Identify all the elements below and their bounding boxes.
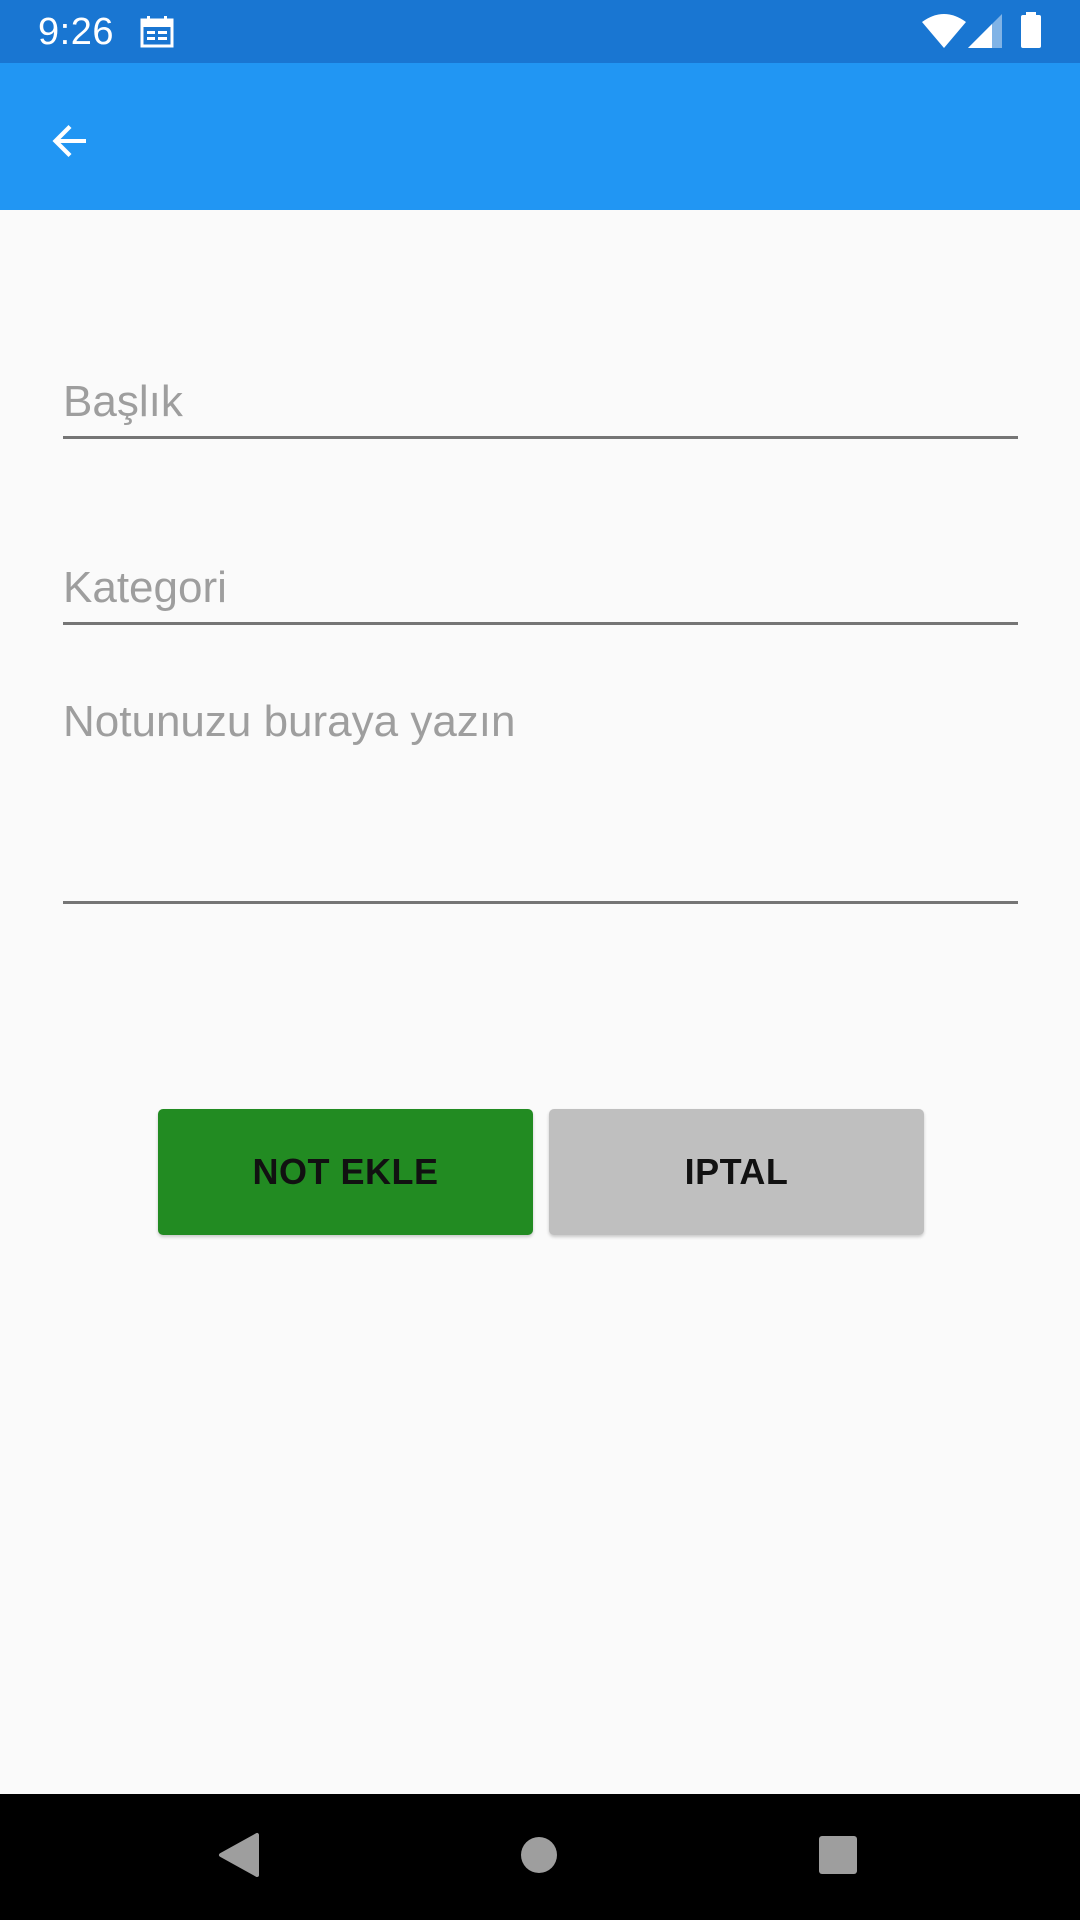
add-note-button[interactable]: NOT EKLE: [158, 1109, 533, 1235]
category-input[interactable]: [63, 558, 1018, 618]
nav-back-icon: [217, 1831, 261, 1884]
navigation-bar: [0, 1794, 1080, 1920]
calendar-icon: [140, 16, 174, 48]
wifi-icon: [922, 14, 966, 48]
add-note-button-label: NOT EKLE: [252, 1151, 439, 1192]
title-input[interactable]: [63, 372, 1018, 432]
arrow-back-icon: [46, 117, 94, 170]
note-field-container: [63, 694, 1018, 904]
category-field-container: [63, 558, 1018, 625]
status-time: 9:26: [38, 11, 114, 53]
nav-recents-icon: [818, 1835, 858, 1880]
cancel-button-label: IPTAL: [684, 1151, 789, 1192]
note-textarea[interactable]: [63, 694, 1018, 894]
back-button[interactable]: [26, 99, 114, 187]
nav-back-button[interactable]: [204, 1822, 274, 1892]
nav-home-icon: [519, 1835, 559, 1880]
cancel-button[interactable]: IPTAL: [549, 1109, 924, 1235]
note-editor-screen: 9:26 Başlık Kategori Notunuzu buraya yaz…: [0, 0, 1080, 1920]
app-bar: [0, 63, 1080, 210]
nav-home-button[interactable]: [504, 1822, 574, 1892]
nav-recents-button[interactable]: [803, 1822, 873, 1892]
battery-icon: [1020, 12, 1042, 48]
signal-icon: [968, 14, 1002, 48]
status-bar: 9:26: [0, 0, 1080, 63]
title-field-container: [63, 372, 1018, 439]
